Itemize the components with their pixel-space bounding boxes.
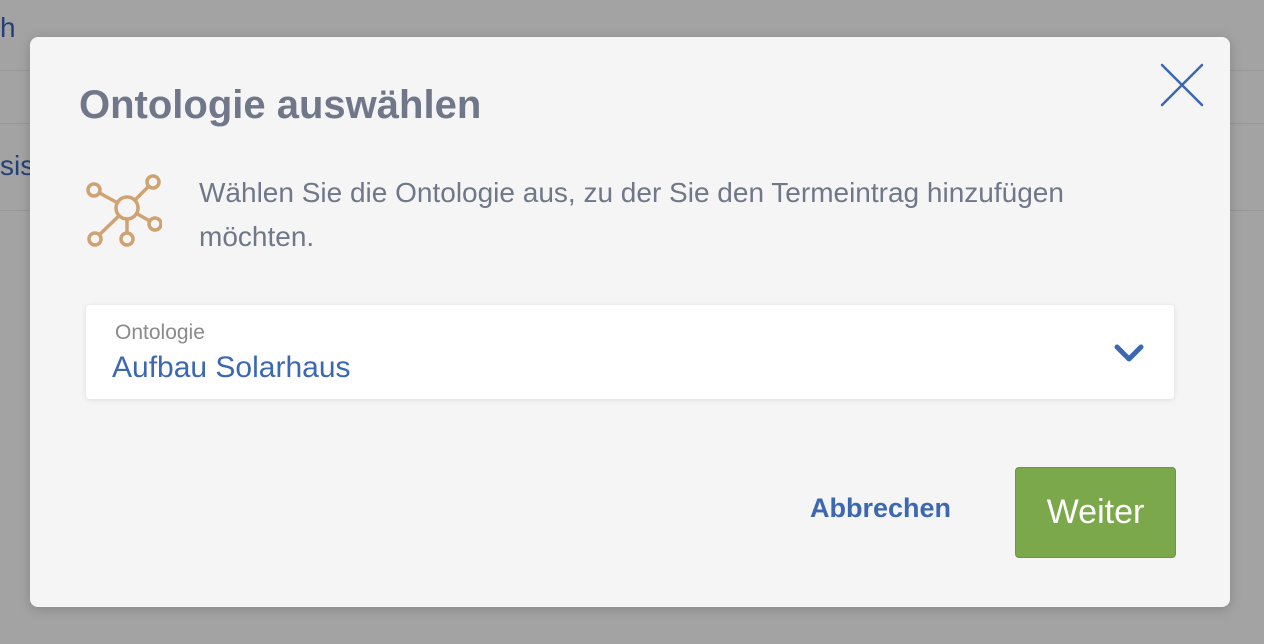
select-ontology-dialog: Ontologie auswählen Wählen Sie die Ontol… (30, 37, 1230, 607)
ontology-network-icon (86, 174, 162, 247)
dialog-description: Wählen Sie die Ontologie aus, zu der Sie… (199, 177, 1064, 252)
select-label: Ontologie (115, 321, 205, 344)
select-value: Aufbau Solarhaus (112, 351, 351, 384)
ontology-select[interactable]: Ontologie Aufbau Solarhaus (86, 305, 1174, 399)
close-button[interactable] (1158, 61, 1206, 109)
background-link-text: h (0, 12, 16, 43)
cancel-button[interactable]: Abbrechen (810, 493, 951, 524)
close-icon (1160, 63, 1204, 107)
dialog-title: Ontologie auswählen (79, 83, 482, 127)
chevron-down-icon[interactable] (1113, 341, 1145, 365)
next-button[interactable]: Weiter (1015, 467, 1176, 558)
